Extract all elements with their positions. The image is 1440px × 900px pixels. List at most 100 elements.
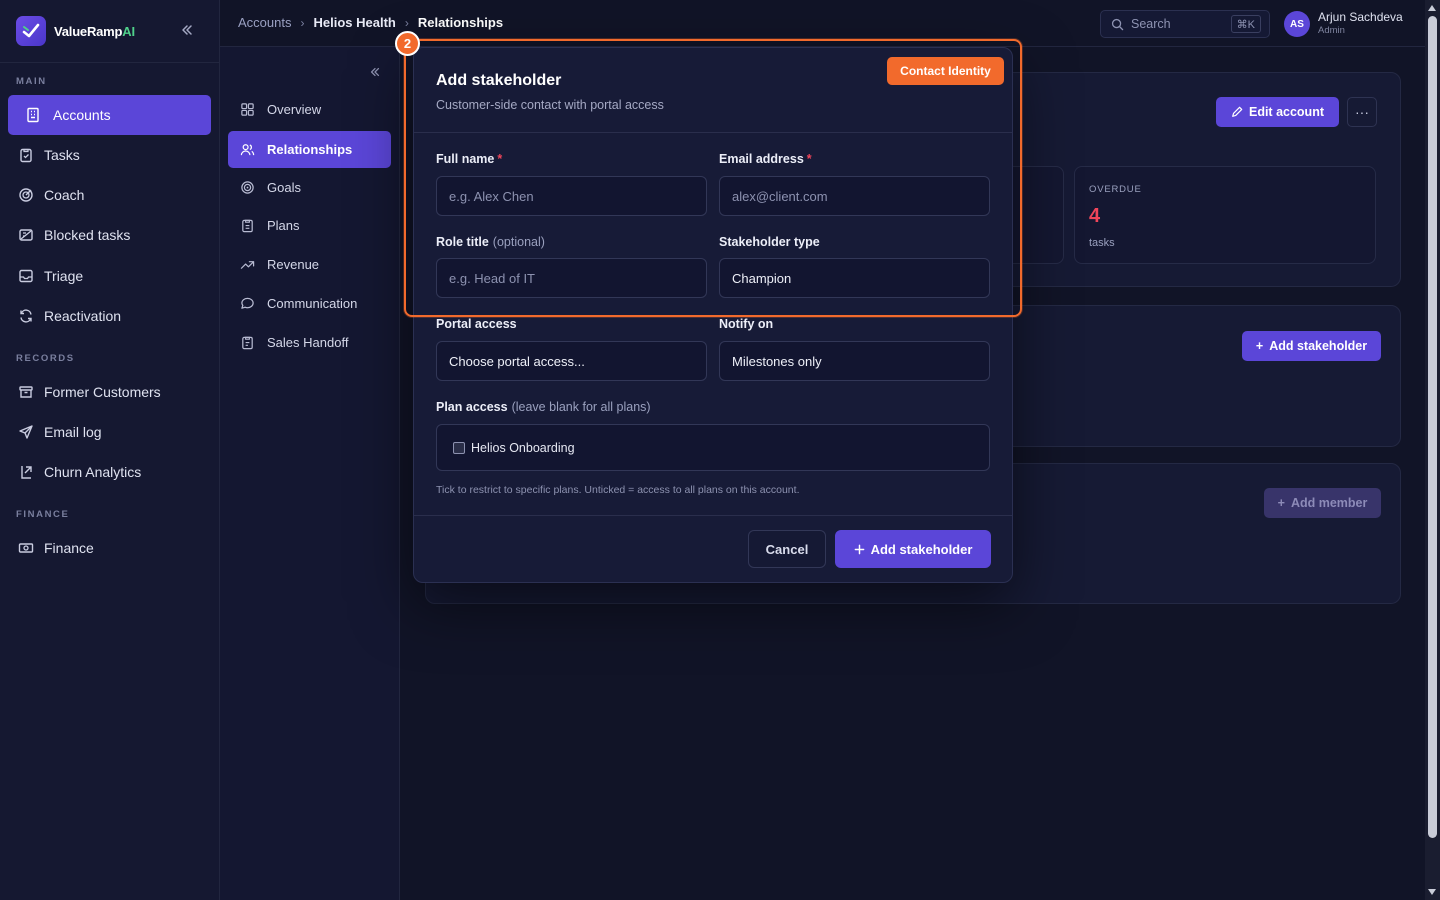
modal-divider bbox=[414, 132, 1012, 133]
full-name-placeholder: e.g. Alex Chen bbox=[449, 188, 534, 204]
clipboard-icon bbox=[242, 219, 253, 233]
full-name-label: Full name * bbox=[436, 152, 502, 166]
stakeholder-type-select[interactable]: Champion bbox=[719, 258, 990, 298]
subnav-item-revenue[interactable]: Revenue bbox=[228, 246, 391, 283]
sidebar-item-label: Triage bbox=[44, 268, 84, 284]
subnav-item-label: Relationships bbox=[267, 142, 353, 157]
cancel-button[interactable]: Cancel bbox=[748, 530, 826, 568]
scroll-thumb[interactable] bbox=[1428, 16, 1437, 838]
sidebar-item-label: Email log bbox=[44, 424, 102, 440]
breadcrumb-accounts[interactable]: Accounts bbox=[238, 15, 291, 30]
edit-account-button[interactable]: Edit account bbox=[1216, 97, 1339, 127]
email-field[interactable]: alex@client.com bbox=[719, 176, 990, 216]
plan-access-label: Plan access (leave blank for all plans) bbox=[436, 400, 651, 414]
subnav-item-sales-handoff[interactable]: Sales Handoff bbox=[228, 324, 391, 361]
plus-icon: + bbox=[1255, 339, 1264, 353]
subnav-item-label: Plans bbox=[267, 218, 300, 233]
contact-identity-tag: Contact Identity bbox=[887, 57, 1004, 85]
portal-access-label: Portal access bbox=[436, 317, 517, 331]
required-mark: * bbox=[806, 152, 812, 166]
sidebar-item-email-log[interactable]: Email log bbox=[8, 413, 211, 451]
more-options-button[interactable]: ··· bbox=[1347, 97, 1377, 127]
sidebar-item-coach[interactable]: Coach bbox=[8, 176, 211, 214]
role-title-placeholder: e.g. Head of IT bbox=[449, 270, 535, 286]
plan-access-hint: (leave blank for all plans) bbox=[511, 400, 651, 414]
brand-name-accent: AI bbox=[122, 23, 135, 39]
notify-on-select[interactable]: Milestones only bbox=[719, 341, 990, 381]
subnav-item-communication[interactable]: Communication bbox=[228, 285, 391, 322]
sidebar-item-label: Former Customers bbox=[44, 384, 161, 400]
optional-mark: (optional) bbox=[492, 235, 545, 249]
search-input[interactable]: Search ⌘K bbox=[1100, 10, 1270, 38]
sidebar-item-blocked-tasks[interactable]: Blocked tasks bbox=[8, 216, 211, 254]
collapse-subnav-icon[interactable] bbox=[369, 66, 381, 78]
chevron-right-icon: › bbox=[300, 15, 305, 30]
subnav-item-overview[interactable]: Overview bbox=[228, 91, 391, 128]
clipboard-icon bbox=[20, 148, 32, 163]
subnav-item-goals[interactable]: Goals bbox=[228, 169, 391, 206]
add-stakeholder-bg-label: Add stakeholder bbox=[1269, 339, 1368, 353]
analytics-icon bbox=[21, 466, 32, 479]
sidebar-item-label: Churn Analytics bbox=[44, 464, 142, 480]
subnav-item-plans[interactable]: Plans bbox=[228, 207, 391, 244]
sidebar-item-accounts[interactable]: Accounts bbox=[8, 95, 211, 135]
email-label-text: Email address bbox=[719, 152, 804, 166]
trend-icon bbox=[240, 261, 255, 269]
add-stakeholder-bg-button[interactable]: + Add stakeholder bbox=[1242, 331, 1381, 361]
sidebar-item-churn-analytics[interactable]: Churn Analytics bbox=[8, 453, 211, 491]
subnav-item-relationships[interactable]: Relationships bbox=[228, 131, 391, 168]
sidebar-item-label: Accounts bbox=[53, 107, 111, 123]
search-placeholder: Search bbox=[1131, 17, 1171, 31]
cancel-label: Cancel bbox=[765, 541, 809, 557]
breadcrumb: Accounts › Helios Health › Relationships bbox=[238, 15, 503, 30]
full-name-field[interactable]: e.g. Alex Chen bbox=[436, 176, 707, 216]
add-member-label: Add member bbox=[1290, 496, 1368, 510]
add-stakeholder-label: Add stakeholder bbox=[870, 541, 973, 557]
overdue-stat-card: OVERDUE 4 tasks bbox=[1074, 166, 1376, 264]
add-stakeholder-button[interactable]: Add stakeholder bbox=[835, 530, 991, 568]
inbox-icon bbox=[19, 269, 33, 283]
search-icon bbox=[1111, 18, 1124, 30]
money-icon bbox=[18, 543, 34, 553]
add-member-button[interactable]: + Add member bbox=[1264, 488, 1381, 518]
avatar[interactable]: AS bbox=[1284, 11, 1310, 37]
notify-on-label: Notify on bbox=[719, 317, 774, 331]
blocked-icon bbox=[19, 229, 33, 241]
overdue-label: OVERDUE bbox=[1089, 184, 1142, 195]
sidebar-item-label: Blocked tasks bbox=[44, 227, 131, 243]
subnav-item-label: Goals bbox=[267, 180, 301, 195]
portal-access-select[interactable]: Choose portal access... bbox=[436, 341, 707, 381]
scrollbar[interactable] bbox=[1425, 0, 1440, 900]
collapse-sidebar-icon[interactable] bbox=[180, 23, 194, 37]
stakeholder-type-value: Champion bbox=[732, 270, 792, 286]
breadcrumb-current: Relationships bbox=[417, 15, 504, 30]
step-badge: 2 bbox=[395, 31, 420, 56]
full-name-label-text: Full name bbox=[436, 152, 495, 166]
sidebar-item-former-customers[interactable]: Former Customers bbox=[8, 373, 211, 411]
sidebar-item-finance[interactable]: Finance bbox=[8, 529, 211, 567]
subnav-item-label: Sales Handoff bbox=[267, 335, 349, 350]
overdue-sub: tasks bbox=[1089, 237, 1115, 249]
section-records-label: RECORDS bbox=[16, 353, 75, 364]
plan-option-label[interactable]: Helios Onboarding bbox=[471, 441, 575, 455]
subnav-item-label: Revenue bbox=[267, 257, 320, 272]
more-options-icon: ··· bbox=[1355, 104, 1369, 120]
sidebar-item-tasks[interactable]: Tasks bbox=[8, 136, 211, 174]
scroll-down-icon[interactable] bbox=[1428, 889, 1436, 895]
sidebar-item-label: Tasks bbox=[44, 147, 80, 163]
plan-checkbox[interactable] bbox=[453, 441, 465, 454]
chat-icon bbox=[241, 297, 254, 309]
sidebar-item-triage[interactable]: Triage bbox=[8, 257, 211, 295]
scroll-up-icon[interactable] bbox=[1428, 5, 1436, 11]
brand-name-text: ValueRamp bbox=[54, 23, 123, 39]
brand-logo-icon bbox=[16, 16, 46, 46]
email-placeholder: alex@client.com bbox=[732, 188, 828, 204]
brand[interactable]: ValueRampAI bbox=[16, 16, 135, 46]
role-title-field[interactable]: e.g. Head of IT bbox=[436, 258, 707, 298]
archive-icon bbox=[19, 386, 33, 398]
plus-icon bbox=[854, 544, 864, 554]
sidebar-item-reactivation[interactable]: Reactivation bbox=[8, 297, 211, 335]
subnav-item-label: Communication bbox=[267, 296, 358, 311]
sidebar: ValueRampAI MAIN Accounts Tasks Coach Bl… bbox=[0, 0, 220, 900]
breadcrumb-account[interactable]: Helios Health bbox=[313, 15, 395, 30]
